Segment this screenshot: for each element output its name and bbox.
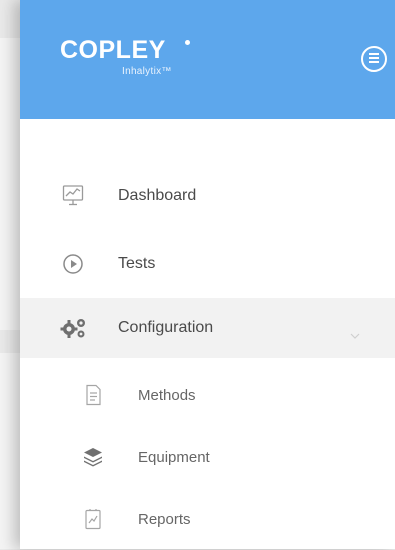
sidebar-item-label: Dashboard: [118, 187, 197, 204]
play-circle-icon: [62, 253, 84, 275]
chevron-down-icon: [350, 326, 360, 339]
sidebar: COPLEY Inhalytix™ Dashboard Tests Config…: [20, 0, 395, 549]
sidebar-subitem-label: Reports: [138, 511, 191, 528]
sidebar-subitem-reports[interactable]: Reports: [20, 490, 395, 550]
sidebar-item-label: Configuration: [118, 319, 214, 336]
menu-icon: [369, 57, 379, 59]
sidebar-item-dashboard[interactable]: Dashboard: [20, 166, 395, 226]
logo-title: COPLEY: [60, 36, 166, 64]
dashboard-chart-icon: [62, 184, 84, 206]
sidebar-item-configuration[interactable]: Configuration: [20, 298, 395, 358]
report-chart-icon: [82, 508, 104, 530]
menu-icon: [369, 61, 379, 63]
sidebar-subitem-equipment[interactable]: Equipment: [20, 428, 395, 488]
sidebar-item-tests[interactable]: Tests: [20, 234, 395, 294]
sidebar-header: COPLEY Inhalytix™: [20, 0, 395, 119]
layers-icon: [82, 446, 104, 468]
sidebar-subitem-label: Equipment: [138, 449, 210, 466]
document-icon: [82, 384, 104, 406]
menu-icon: [369, 53, 379, 55]
gears-icon: [60, 317, 88, 339]
sidebar-subitem-methods[interactable]: Methods: [20, 366, 395, 426]
sidebar-subitem-label: Methods: [138, 387, 196, 404]
logo-accent: [185, 40, 190, 45]
logo-subtitle: Inhalytix™: [122, 66, 172, 77]
menu-toggle-button[interactable]: [361, 46, 387, 72]
sidebar-item-label: Tests: [118, 255, 156, 272]
